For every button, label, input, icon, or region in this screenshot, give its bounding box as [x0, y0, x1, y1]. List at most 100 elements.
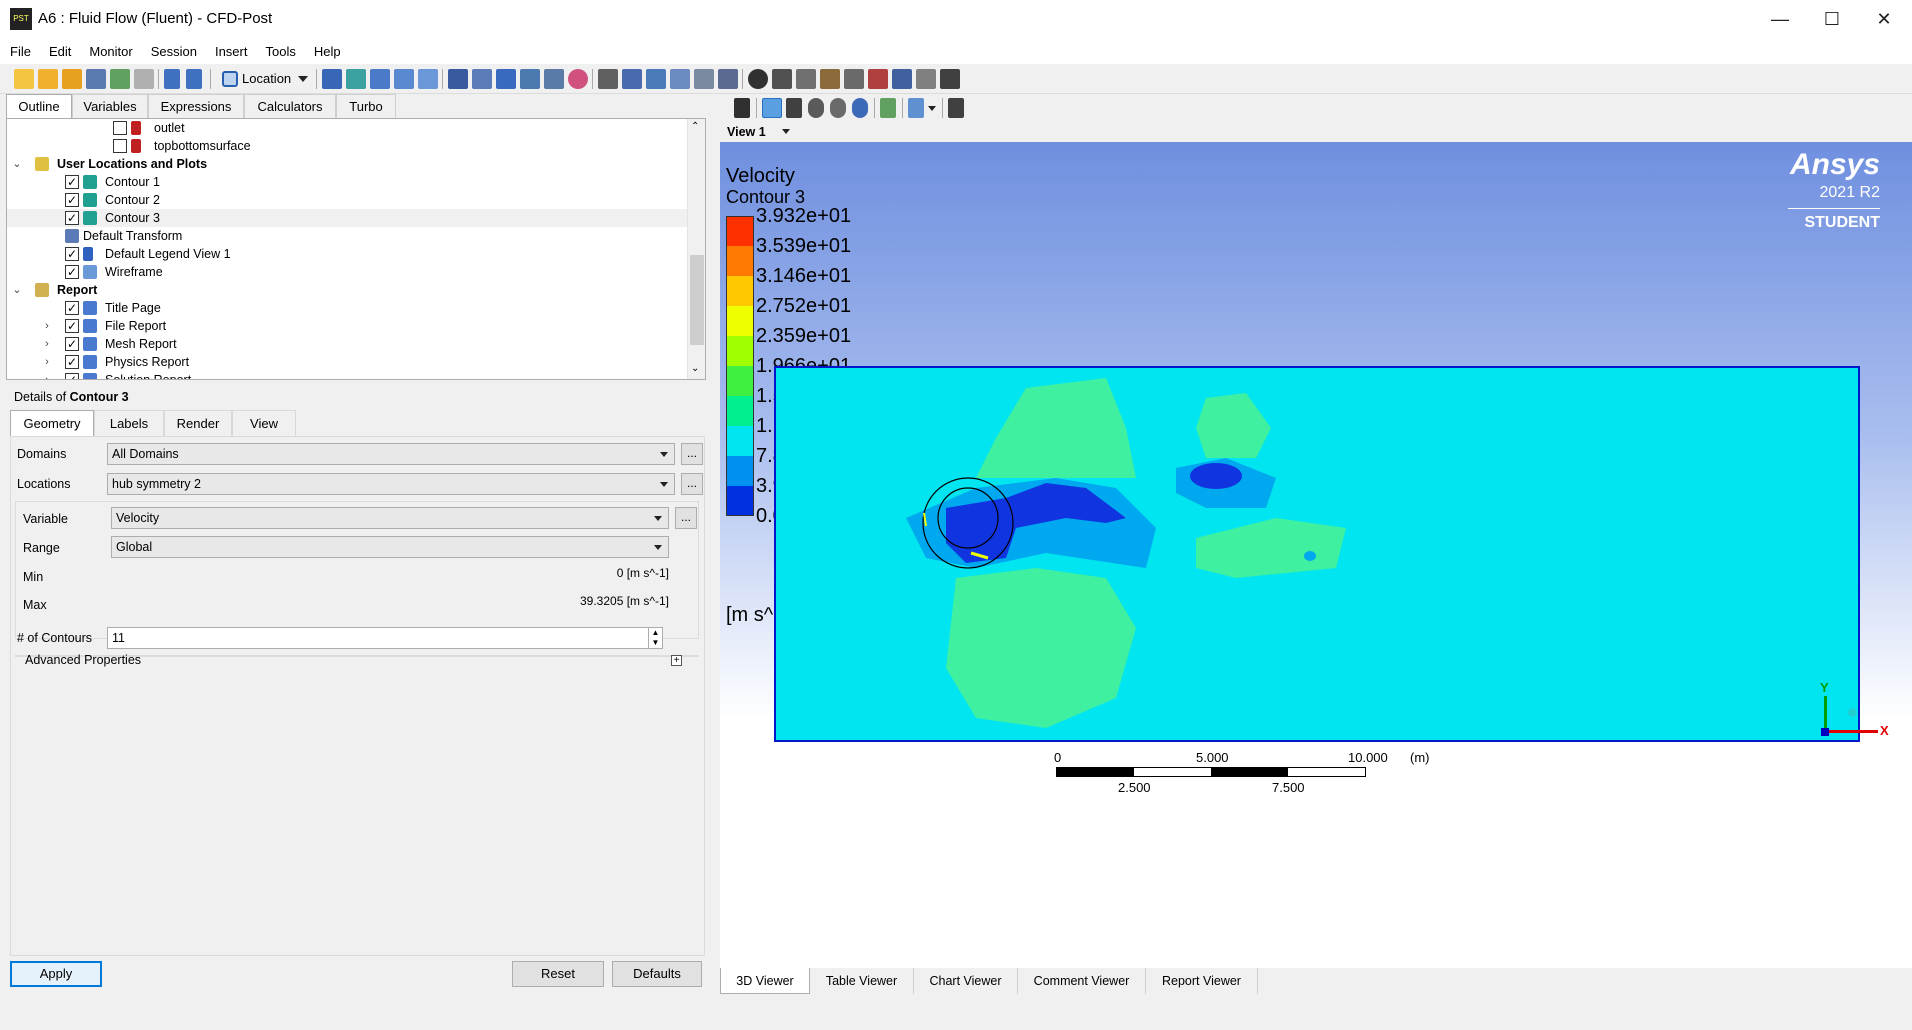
expand-icon[interactable]: ›: [41, 353, 53, 371]
text-icon[interactable]: [448, 69, 468, 89]
checkbox[interactable]: ✓: [65, 193, 79, 207]
zoom-icon[interactable]: [808, 98, 824, 118]
color-map-icon[interactable]: [568, 69, 588, 89]
tab-view[interactable]: View: [232, 410, 296, 436]
tree-item-contour-3[interactable]: ✓ Contour 3: [7, 209, 687, 227]
collapse-icon[interactable]: ⌄: [11, 281, 23, 299]
probe-icon[interactable]: [820, 69, 840, 89]
comment-icon[interactable]: [694, 69, 714, 89]
synchronize-icon[interactable]: [948, 98, 964, 118]
minimize-button[interactable]: —: [1752, 0, 1808, 40]
pan-icon[interactable]: [786, 98, 802, 118]
variable-icon[interactable]: [598, 69, 618, 89]
scroll-up-icon[interactable]: ⌃: [691, 121, 699, 132]
checkbox[interactable]: ✓: [65, 301, 79, 315]
mesh-calculator-icon[interactable]: [892, 69, 912, 89]
volume-rendering-icon[interactable]: [418, 69, 438, 89]
tab-labels[interactable]: Labels: [94, 410, 164, 436]
domains-ellipsis-button[interactable]: ...: [681, 443, 703, 465]
tab-geometry[interactable]: Geometry: [10, 410, 94, 436]
reset-button[interactable]: Reset: [512, 961, 604, 987]
streamline-icon[interactable]: [370, 69, 390, 89]
fit-view-icon[interactable]: [880, 98, 896, 118]
figure-icon[interactable]: [718, 69, 738, 89]
chevron-down-icon[interactable]: [782, 129, 790, 134]
zoom-fit-icon[interactable]: [852, 98, 868, 118]
clip-plane-icon[interactable]: [544, 69, 564, 89]
tab-turbo[interactable]: Turbo: [336, 94, 396, 118]
close-button[interactable]: ✕: [1856, 0, 1912, 40]
open-icon[interactable]: [38, 69, 58, 89]
range-select[interactable]: Global: [111, 536, 669, 558]
viewport-layout-icon[interactable]: [908, 98, 924, 118]
defaults-button[interactable]: Defaults: [612, 961, 702, 987]
menu-help[interactable]: Help: [305, 40, 350, 64]
chart-icon[interactable]: [670, 69, 690, 89]
table-icon[interactable]: [646, 69, 666, 89]
tab-table-viewer[interactable]: Table Viewer: [810, 968, 914, 994]
refresh-icon[interactable]: [110, 69, 130, 89]
expand-icon[interactable]: ›: [41, 335, 53, 353]
menu-insert[interactable]: Insert: [206, 40, 257, 64]
3d-viewport[interactable]: Velocity Contour 3 3.932e+01 3.539e+01 3.1…: [720, 142, 1912, 968]
instance-transform-icon[interactable]: [520, 69, 540, 89]
tree-scrollbar[interactable]: ⌃ ⌄: [687, 119, 705, 379]
tab-calculators[interactable]: Calculators: [244, 94, 336, 118]
tab-chart-viewer[interactable]: Chart Viewer: [914, 968, 1018, 994]
command-editor-icon[interactable]: [940, 69, 960, 89]
maximize-button[interactable]: ☐: [1804, 0, 1860, 40]
quick-editor-icon[interactable]: [796, 69, 816, 89]
checkbox[interactable]: ✓: [65, 247, 79, 261]
particle-track-icon[interactable]: [394, 69, 414, 89]
timestep-icon[interactable]: [748, 69, 768, 89]
function-calculator-icon[interactable]: [844, 69, 864, 89]
checkbox[interactable]: ✓: [65, 337, 79, 351]
advanced-properties-label[interactable]: Advanced Properties: [25, 653, 141, 667]
coordinate-frame-icon[interactable]: [472, 69, 492, 89]
menu-monitor[interactable]: Monitor: [80, 40, 141, 64]
vector-icon[interactable]: [322, 69, 342, 89]
locations-ellipsis-button[interactable]: ...: [681, 473, 703, 495]
print-icon[interactable]: [134, 69, 154, 89]
legend-toolbar-icon[interactable]: [496, 69, 516, 89]
load-results-icon[interactable]: [62, 69, 82, 89]
expand-icon[interactable]: +: [671, 655, 682, 666]
checkbox[interactable]: [113, 139, 127, 153]
view-selector[interactable]: View 1: [720, 122, 1912, 142]
menu-session[interactable]: Session: [142, 40, 206, 64]
checkbox[interactable]: ✓: [65, 175, 79, 189]
contour-toolbar-icon[interactable]: [346, 69, 366, 89]
tab-report-viewer[interactable]: Report Viewer: [1146, 968, 1258, 994]
collapse-icon[interactable]: ⌄: [11, 155, 23, 173]
chevron-down-icon[interactable]: [928, 106, 936, 111]
checkbox[interactable]: ✓: [65, 373, 79, 379]
spin-up-icon[interactable]: ▲: [648, 628, 662, 638]
apply-button[interactable]: Apply: [10, 961, 102, 987]
select-icon[interactable]: [734, 98, 750, 118]
tab-comment-viewer[interactable]: Comment Viewer: [1018, 968, 1146, 994]
variable-select[interactable]: Velocity: [111, 507, 669, 529]
tab-render[interactable]: Render: [164, 410, 232, 436]
checkbox[interactable]: [113, 121, 127, 135]
locations-select[interactable]: hub symmetry 2: [107, 473, 675, 495]
zoom-box-icon[interactable]: [830, 98, 846, 118]
expression-icon[interactable]: [622, 69, 642, 89]
contours-count-input[interactable]: 11 ▲ ▼: [107, 627, 663, 649]
tab-3d-viewer[interactable]: 3D Viewer: [720, 968, 810, 994]
checkbox[interactable]: ✓: [65, 265, 79, 279]
domains-select[interactable]: All Domains: [107, 443, 675, 465]
macro-calculator-icon[interactable]: [868, 69, 888, 89]
checkbox[interactable]: ✓: [65, 319, 79, 333]
undo-icon[interactable]: [164, 69, 180, 89]
menu-tools[interactable]: Tools: [256, 40, 304, 64]
tab-outline[interactable]: Outline: [6, 94, 72, 118]
location-button[interactable]: Location: [220, 68, 310, 90]
scroll-down-icon[interactable]: ⌄: [691, 363, 699, 374]
menu-edit[interactable]: Edit: [40, 40, 80, 64]
rotate-icon[interactable]: [762, 98, 782, 118]
tab-variables[interactable]: Variables: [72, 94, 148, 118]
expand-icon[interactable]: ›: [41, 317, 53, 335]
redo-icon[interactable]: [186, 69, 202, 89]
expand-icon[interactable]: ›: [41, 371, 53, 379]
checkbox[interactable]: ✓: [65, 211, 79, 225]
